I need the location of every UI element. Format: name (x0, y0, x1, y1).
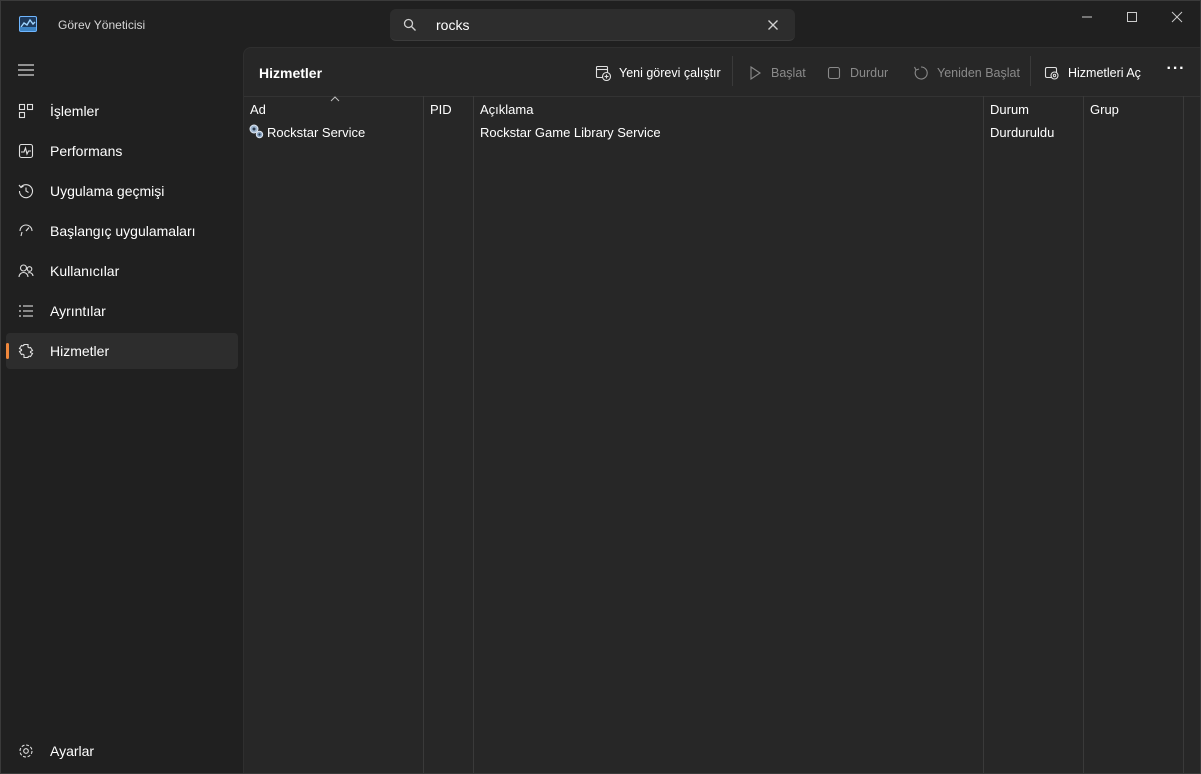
sidebar-item-users[interactable]: Kullanıcılar (6, 253, 238, 289)
minimize-button[interactable] (1064, 1, 1110, 33)
sidebar-item-startup-apps[interactable]: Başlangıç uygulamaları (6, 213, 238, 249)
close-button[interactable] (1154, 1, 1200, 33)
service-description: Rockstar Game Library Service (480, 125, 661, 140)
sidebar-item-performance[interactable]: Performans (6, 133, 238, 169)
page-title: Hizmetler (259, 65, 323, 81)
services-icon (18, 343, 34, 359)
sidebar-item-label: Uygulama geçmişi (50, 183, 165, 199)
sidebar-item-details[interactable]: Ayrıntılar (6, 293, 238, 329)
open-services-icon (1044, 66, 1059, 80)
close-icon (1171, 11, 1183, 23)
history-icon (18, 184, 34, 199)
sidebar-item-label: Ayrıntılar (50, 303, 106, 319)
maximize-icon (1127, 12, 1137, 22)
details-icon (19, 305, 33, 317)
search-input[interactable] (436, 15, 736, 35)
sidebar-item-label: Başlangıç uygulamaları (50, 223, 196, 239)
processes-icon (18, 103, 34, 119)
column-header-name[interactable]: Ad (250, 102, 266, 117)
search-box[interactable] (390, 9, 795, 41)
minimize-icon (1082, 16, 1092, 18)
users-icon (18, 264, 34, 278)
start-service-button[interactable]: Başlat (747, 58, 806, 88)
task-manager-app-icon (19, 16, 37, 32)
column-divider[interactable] (983, 96, 984, 773)
toolbar-separator (732, 56, 733, 86)
table-header: Ad PID Açıklama Durum Grup (244, 96, 1200, 122)
sidebar-item-services[interactable]: Hizmetler (6, 333, 238, 369)
column-divider[interactable] (1083, 96, 1084, 773)
column-header-group[interactable]: Grup (1090, 102, 1119, 117)
sidebar-item-label: Performans (50, 143, 123, 159)
column-divider[interactable] (473, 96, 474, 773)
hamburger-menu-button[interactable] (15, 61, 37, 79)
app-title: Görev Yöneticisi (58, 18, 146, 32)
hamburger-icon (18, 64, 34, 76)
title-bar: Görev Yöneticisi (1, 1, 1200, 47)
open-services-label: Hizmetleri Aç (1068, 66, 1141, 80)
gear-icon (19, 744, 33, 758)
maximize-button[interactable] (1109, 1, 1155, 33)
column-header-description[interactable]: Açıklama (480, 102, 533, 117)
sidebar-item-label: Kullanıcılar (50, 263, 120, 279)
play-icon (750, 65, 761, 81)
task-manager-window: Görev Yöneticisi rocks İşlemler Performa… (0, 0, 1201, 774)
run-new-task-label: Yeni görevi çalıştır (619, 66, 721, 80)
open-services-button[interactable]: Hizmetleri Aç (1044, 58, 1141, 88)
column-divider[interactable] (1183, 96, 1184, 773)
sort-ascending-icon (330, 96, 340, 102)
sidebar-item-settings[interactable]: Ayarlar (6, 733, 238, 769)
service-status: Durduruldu (990, 125, 1055, 140)
restart-icon (914, 66, 928, 80)
service-name: Rockstar Service (267, 125, 366, 140)
sidebar-item-processes[interactable]: İşlemler (6, 93, 238, 129)
column-header-pid[interactable]: PID (430, 102, 452, 117)
column-header-status[interactable]: Durum (990, 102, 1029, 117)
stop-service-button[interactable]: Durdur (826, 58, 888, 88)
settings-label: Ayarlar (50, 743, 95, 759)
startup-icon (19, 224, 33, 237)
sidebar-item-label: Hizmetler (50, 343, 110, 359)
restart-service-label: Yeniden Başlat (937, 66, 1020, 80)
restart-service-button[interactable]: Yeniden Başlat (913, 58, 1020, 88)
stop-icon (827, 66, 841, 80)
services-table: Ad PID Açıklama Durum Grup Rockstar Serv… (244, 96, 1200, 773)
sidebar-item-app-history[interactable]: Uygulama geçmişi (6, 173, 238, 209)
toolbar-separator (1030, 56, 1031, 86)
clear-search-icon[interactable] (766, 18, 780, 32)
column-divider[interactable] (423, 96, 424, 773)
more-options-button[interactable]: ··· (1164, 61, 1188, 82)
run-new-task-button[interactable]: Yeni görevi çalıştır (595, 58, 721, 88)
services-panel: Hizmetler Yeni görevi çalıştır Başlat Du… (243, 47, 1200, 773)
sidebar-item-label: İşlemler (50, 103, 100, 119)
service-gears-icon (249, 124, 264, 139)
search-icon (403, 18, 416, 31)
stop-service-label: Durdur (850, 66, 889, 80)
run-new-task-icon (595, 65, 611, 81)
start-service-label: Başlat (771, 66, 806, 80)
table-row[interactable]: Rockstar Service Rockstar Game Library S… (244, 122, 1200, 144)
performance-icon (18, 143, 34, 159)
